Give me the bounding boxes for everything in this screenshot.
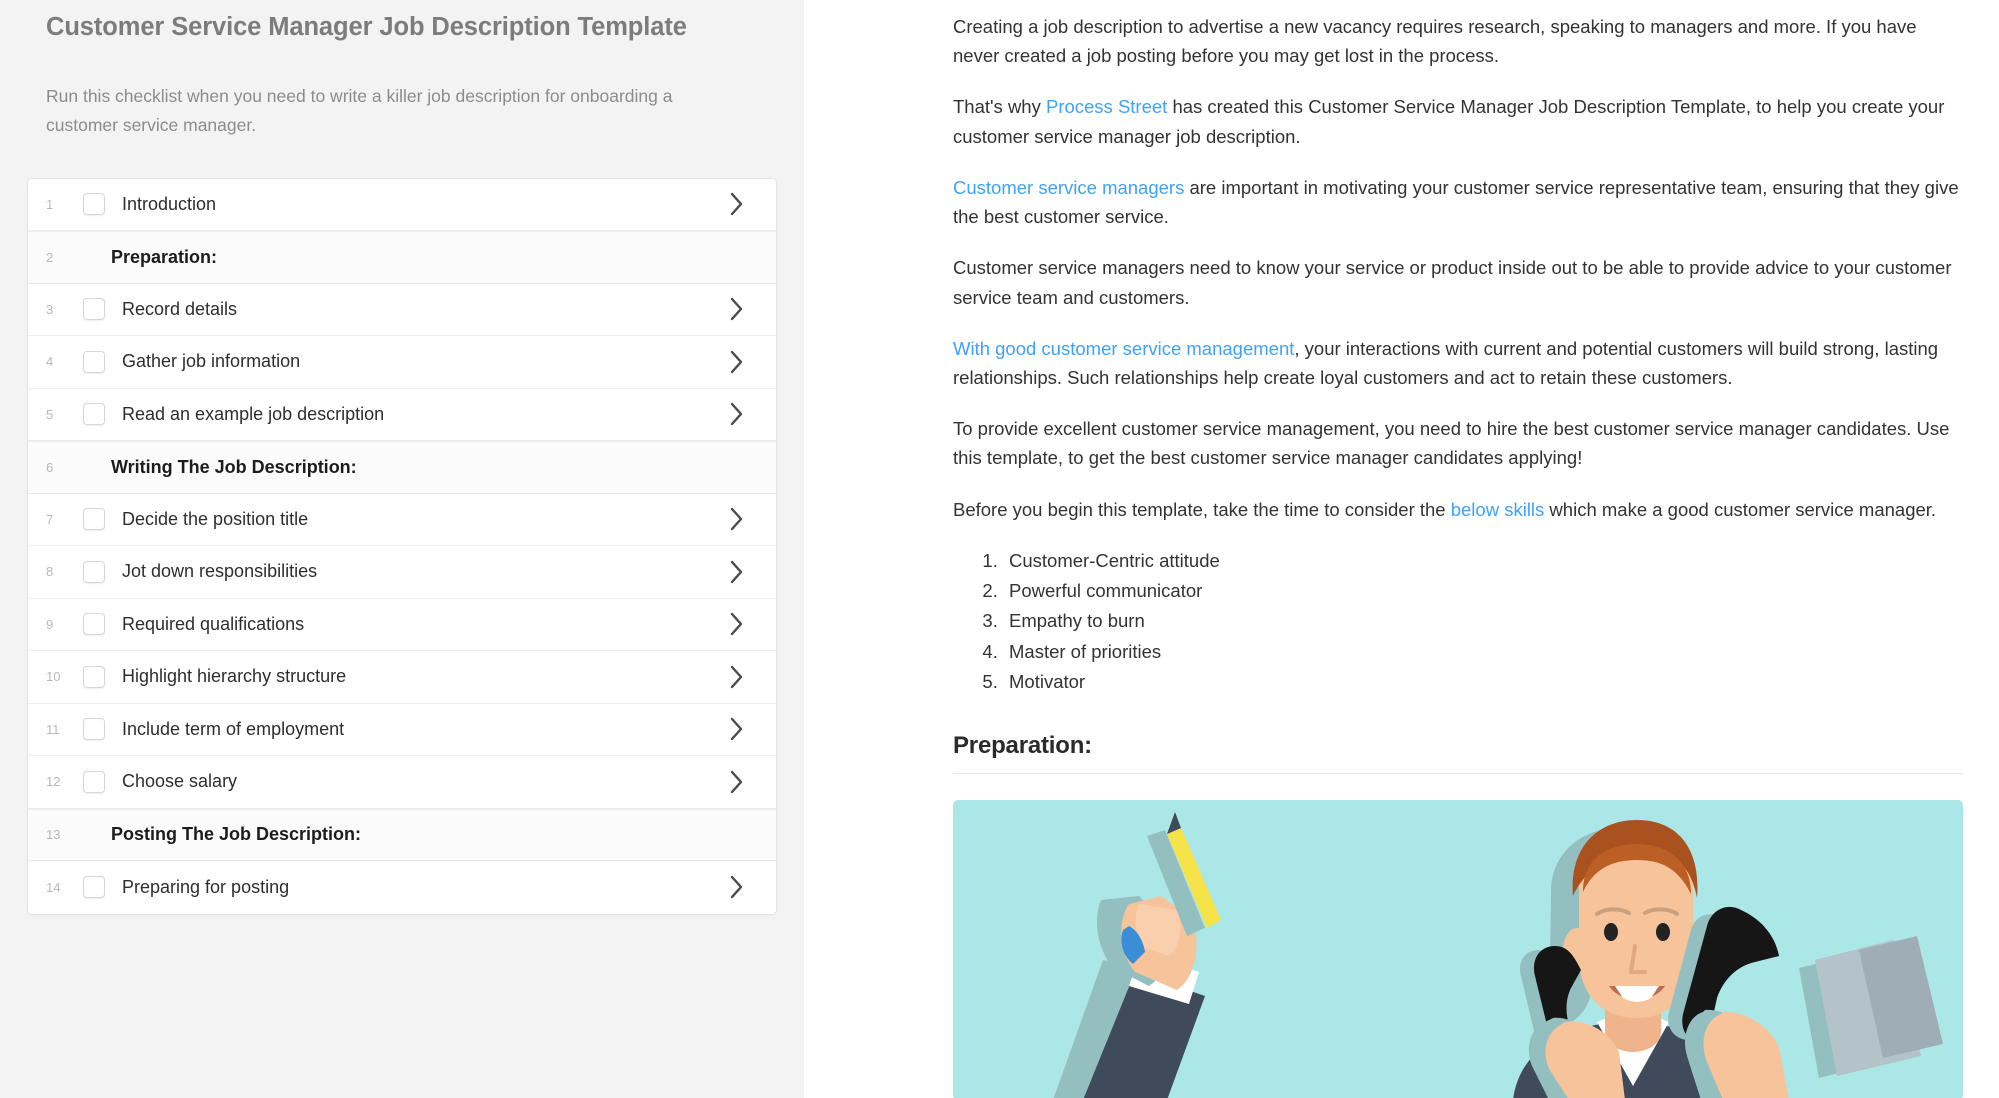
task-row[interactable]: 8 Jot down responsibilities bbox=[28, 546, 776, 599]
checklist-description: Run this checklist when you need to writ… bbox=[46, 85, 673, 135]
checklist-sidebar: Customer Service Manager Job Description… bbox=[0, 0, 804, 1098]
chevron-right-icon[interactable] bbox=[730, 665, 776, 689]
task-number: 4 bbox=[46, 354, 54, 370]
paragraph-intro-text: Creating a job description to advertise … bbox=[953, 16, 1917, 67]
task-detail-pane: Creating a job description to advertise … bbox=[804, 0, 1999, 1098]
skill-list-item: Empathy to burn bbox=[1003, 606, 1963, 635]
task-checkbox[interactable] bbox=[83, 613, 105, 636]
task-label: Record details bbox=[122, 298, 238, 319]
task-number: 5 bbox=[46, 406, 54, 422]
chevron-right-icon[interactable] bbox=[730, 402, 776, 426]
chevron-right-icon[interactable] bbox=[730, 192, 776, 216]
task-heading-row[interactable]: 13 Posting The Job Description: bbox=[28, 808, 776, 862]
task-checkbox[interactable] bbox=[83, 718, 105, 741]
paragraph-best-candidates: To provide excellent customer service ma… bbox=[953, 414, 1963, 472]
task-label: Required qualifications bbox=[122, 613, 305, 634]
task-row[interactable]: 9 Required qualifications bbox=[28, 598, 776, 652]
task-checkbox[interactable] bbox=[83, 665, 105, 688]
paragraph-managers-important: Customer service managers are important … bbox=[953, 173, 1963, 231]
task-checkbox[interactable] bbox=[83, 350, 105, 373]
task-list: 1 Introduction 2 Preparation: 3 Record detail… bbox=[27, 177, 777, 915]
task-row[interactable]: 7 Decide the position title bbox=[28, 493, 776, 547]
paragraph-text-pre: That's why bbox=[953, 96, 1046, 118]
good-customer-service-management-link[interactable]: With good customer service management bbox=[953, 338, 1294, 359]
document-body: Creating a job description to advertise … bbox=[953, 12, 1963, 1098]
task-number: 2 bbox=[46, 249, 54, 265]
checklist-app: Customer Service Manager Job Description… bbox=[0, 0, 1999, 1098]
task-number: 7 bbox=[46, 511, 54, 527]
customer-service-managers-link[interactable]: Customer service managers bbox=[953, 177, 1184, 198]
checklist-header: Customer Service Manager Job Description… bbox=[0, 0, 804, 140]
task-label: Highlight hierarchy structure bbox=[122, 666, 347, 687]
task-row[interactable]: 5 Read an example job description bbox=[28, 388, 776, 442]
task-number: 8 bbox=[46, 564, 54, 580]
task-heading-row[interactable]: 2 Preparation: bbox=[28, 231, 776, 284]
task-checkbox[interactable] bbox=[83, 193, 105, 216]
chevron-right-icon[interactable] bbox=[730, 770, 776, 794]
task-checkbox[interactable] bbox=[83, 403, 105, 426]
paragraph-below-skills: Before you begin this template, take the… bbox=[953, 495, 1963, 524]
task-number: 6 bbox=[46, 459, 54, 475]
task-checkbox[interactable] bbox=[83, 876, 105, 899]
task-number: 12 bbox=[46, 774, 61, 790]
task-number: 1 bbox=[46, 196, 54, 212]
chevron-right-icon[interactable] bbox=[730, 507, 776, 531]
chevron-right-icon[interactable] bbox=[730, 875, 776, 899]
chevron-right-icon[interactable] bbox=[730, 297, 776, 321]
page-title: Customer Service Manager Job Description… bbox=[46, 13, 687, 41]
task-row[interactable]: 11 Include term of employment bbox=[28, 703, 776, 757]
section-divider bbox=[953, 772, 1963, 774]
task-label: Introduction bbox=[122, 193, 217, 214]
task-checkbox[interactable] bbox=[83, 508, 105, 531]
skill-list-item: Powerful communicator bbox=[1003, 576, 1963, 605]
customer-service-manager-illustration bbox=[953, 799, 1963, 1098]
skill-list-item: Customer-Centric attitude bbox=[1003, 546, 1963, 575]
skills-list: Customer-Centric attitudePowerful commun… bbox=[953, 546, 1963, 696]
task-label: Gather job information bbox=[122, 351, 301, 372]
illustration-graphic bbox=[953, 799, 1963, 1098]
task-row[interactable]: 1 Introduction bbox=[28, 178, 776, 232]
task-row[interactable]: 4 Gather job information bbox=[28, 336, 776, 389]
skill-list-item: Master of priorities bbox=[1003, 637, 1963, 666]
task-heading-label: Posting The Job Description: bbox=[111, 824, 362, 845]
task-checkbox[interactable] bbox=[83, 770, 105, 793]
task-row[interactable]: 10 Highlight hierarchy structure bbox=[28, 651, 776, 704]
task-number: 11 bbox=[46, 721, 60, 737]
task-row[interactable]: 14 Preparing for posting bbox=[28, 861, 776, 914]
chevron-right-icon[interactable] bbox=[730, 717, 776, 741]
task-number: 3 bbox=[46, 301, 54, 317]
task-label: Choose salary bbox=[122, 771, 238, 792]
below-skills-link[interactable]: below skills bbox=[1451, 499, 1545, 520]
paragraph-text-pre: Before you begin this template, take the… bbox=[953, 498, 1451, 520]
paragraph-text: To provide excellent customer service ma… bbox=[953, 418, 1950, 469]
chevron-right-icon[interactable] bbox=[730, 612, 776, 636]
task-label: Include term of employment bbox=[122, 718, 345, 739]
paragraph-text-post: which make a good customer service manag… bbox=[1544, 498, 1937, 520]
task-number: 14 bbox=[46, 879, 61, 895]
section-heading-preparation: Preparation: bbox=[953, 731, 1092, 759]
paragraph-intro: Creating a job description to advertise … bbox=[953, 12, 1963, 70]
chevron-right-icon[interactable] bbox=[730, 560, 776, 584]
paragraph-know-service: Customer service managers need to know y… bbox=[953, 253, 1963, 311]
task-label: Decide the position title bbox=[122, 508, 309, 529]
task-row[interactable]: 12 Choose salary bbox=[28, 756, 776, 809]
task-label: Preparing for posting bbox=[122, 876, 290, 897]
task-label: Jot down responsibilities bbox=[122, 561, 318, 582]
task-checkbox[interactable] bbox=[83, 560, 105, 583]
task-heading-label: Preparation: bbox=[111, 246, 218, 267]
skill-list-item: Motivator bbox=[1003, 667, 1963, 696]
task-checkbox[interactable] bbox=[83, 298, 105, 321]
task-row[interactable]: 3 Record details bbox=[28, 283, 776, 337]
task-number: 13 bbox=[46, 827, 61, 843]
paragraph-good-management: With good customer service management, y… bbox=[953, 334, 1963, 392]
task-number: 9 bbox=[46, 616, 54, 632]
chevron-right-icon[interactable] bbox=[730, 350, 776, 374]
task-heading-label: Writing The Job Description: bbox=[111, 456, 357, 477]
task-heading-row[interactable]: 6 Writing The Job Description: bbox=[28, 441, 776, 494]
paragraph-text: Customer service managers need to know y… bbox=[953, 257, 1952, 308]
task-label: Read an example job description bbox=[122, 403, 385, 424]
paragraph-process-street: That's why Process Street has created th… bbox=[953, 92, 1963, 150]
task-number: 10 bbox=[46, 669, 61, 685]
process-street-link[interactable]: Process Street bbox=[1046, 96, 1167, 117]
